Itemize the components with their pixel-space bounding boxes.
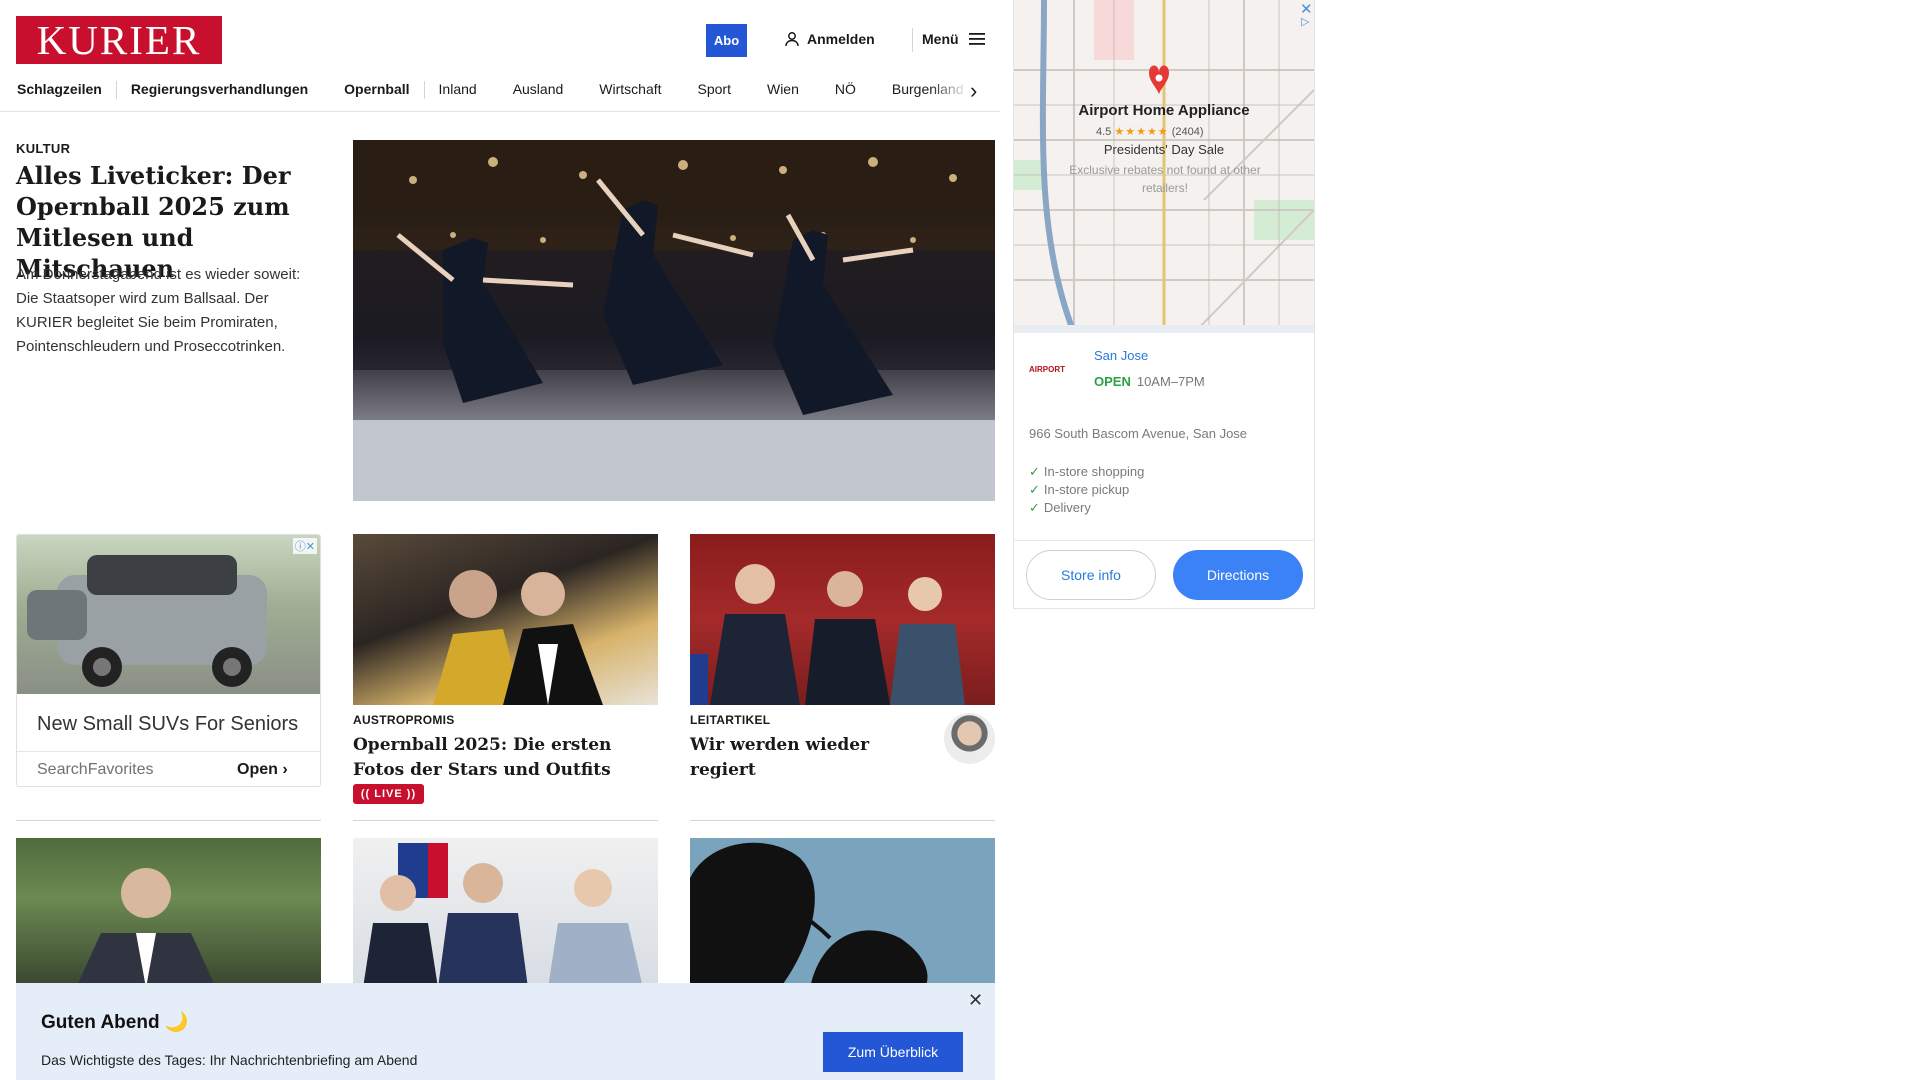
rating-count: (2404) [1171, 126, 1204, 138]
ballet-photo [353, 140, 995, 501]
author-avatar [944, 713, 995, 764]
row-divider [690, 820, 995, 821]
sponsored-ad-card[interactable]: ⓘ✕ New Small SUVs For Seniors SearchFavo… [16, 534, 321, 787]
login-button[interactable]: Anmelden [784, 31, 875, 47]
panel-divider [1014, 540, 1314, 541]
evening-briefing-banner: Guten Abend 🌙 Das Wichtigste des Tages: … [16, 983, 995, 1080]
ad-divider [17, 751, 320, 752]
ad-store-title: Airport Home Appliance [1078, 102, 1250, 119]
nav-item-schlagzeilen[interactable]: Schlagzeilen [17, 81, 102, 99]
check-icon: ✓ [1029, 500, 1040, 515]
abo-button[interactable]: Abo [706, 24, 747, 57]
rating-stars-icon: ★★★★★ [1114, 126, 1169, 138]
map-view[interactable]: Airport Home Appliance 4.5 ★★★★★ (2404) … [1014, 0, 1314, 333]
ad-image [17, 535, 320, 694]
hero-category: KULTUR [16, 141, 71, 156]
feature-label: In-store pickup [1043, 482, 1130, 497]
kurier-logo[interactable]: KURIER [16, 16, 222, 64]
user-icon [785, 32, 799, 47]
section-nav: Schlagzeilen Regierungsverhandlungen Ope… [0, 72, 1000, 112]
nav-item-inland[interactable]: Inland [439, 81, 477, 99]
nav-item-wien[interactable]: Wien [767, 81, 799, 99]
ad-sale: Presidents' Day Sale [1103, 142, 1225, 157]
row-divider [353, 820, 658, 821]
opening-hours: 10AM–7PM [1136, 374, 1205, 389]
ad-open-label: Open [237, 761, 278, 778]
store-logo-text: AIRPORT [1029, 364, 1065, 374]
card-image-row3-2[interactable] [353, 838, 658, 988]
nav-item-regierungsverhandlungen[interactable]: Regierungsverhandlungen [131, 81, 308, 99]
store-info-button[interactable]: Store info [1026, 550, 1156, 600]
hero-teaser: Am Donnerstagabend ist es wieder soweit:… [16, 266, 301, 355]
check-icon: ✓ [1029, 464, 1040, 479]
banner-title: Guten Abend 🌙 [41, 1012, 189, 1033]
card-category: LEITARTIKEL [690, 713, 771, 727]
header-divider [912, 28, 913, 52]
feature-label: In-store shopping [1043, 464, 1145, 479]
nav-item-sport[interactable]: Sport [698, 81, 731, 99]
overview-button[interactable]: Zum Überblick [823, 1032, 963, 1072]
card-image-leitartikel[interactable] [690, 534, 995, 705]
card-title[interactable]: Wir werden wieder regiert [690, 733, 930, 783]
live-badge: (( LIVE )) [353, 784, 424, 804]
store-hours: OPEN 10AM–7PM [1094, 374, 1205, 389]
login-label: Anmelden [807, 31, 875, 47]
card-category: AUSTROPROMIS [353, 713, 455, 727]
menu-button[interactable]: Menü [922, 31, 987, 47]
menu-label: Menü [922, 31, 959, 47]
card-image-row3-1[interactable] [16, 838, 321, 988]
row-divider [16, 820, 321, 821]
hero-image[interactable] [353, 140, 995, 501]
ad-open-button[interactable]: Open › [237, 761, 288, 779]
ad-title: New Small SUVs For Seniors [37, 713, 299, 735]
store-ad-panel[interactable]: Airport Home Appliance 4.5 ★★★★★ (2404) … [1013, 0, 1315, 609]
feature-item: ✓ In-store pickup [1029, 482, 1129, 498]
directions-button[interactable]: Directions [1173, 550, 1303, 600]
nav-item-opernball[interactable]: Opernball [344, 81, 409, 99]
store-logo: AIRPORT [1029, 358, 1081, 380]
close-icon[interactable]: ✕ [968, 990, 983, 1011]
store-location[interactable]: San Jose [1094, 348, 1148, 363]
nav-divider [423, 81, 425, 99]
nav-item-ausland[interactable]: Ausland [513, 81, 564, 99]
chevron-right-icon: › [282, 761, 288, 778]
ad-rating: 4.5 ★★★★★ (2404) [1096, 125, 1204, 138]
feature-item: ✓ Delivery [1029, 500, 1091, 516]
banner-text: Das Wichtigste des Tages: Ihr Nachrichte… [41, 1052, 418, 1068]
rating-value: 4.5 [1096, 126, 1112, 138]
feature-label: Delivery [1043, 500, 1091, 515]
nav-item-noe[interactable]: NÖ [835, 81, 856, 99]
nav-divider [115, 81, 117, 99]
ad-choices-icon[interactable]: ▷ [1301, 15, 1309, 28]
feature-item: ✓ In-store shopping [1029, 464, 1144, 480]
card-image-austropromis[interactable] [353, 534, 658, 705]
open-status: OPEN [1094, 374, 1131, 389]
hamburger-icon [968, 33, 985, 45]
card-title[interactable]: Opernball 2025: Die ersten Fotos der Sta… [353, 733, 658, 783]
nav-item-wirtschaft[interactable]: Wirtschaft [599, 81, 661, 99]
ad-source: SearchFavorites [37, 761, 154, 778]
chevron-right-icon[interactable]: › [970, 78, 977, 104]
ad-choices-icon[interactable]: ⓘ✕ [292, 538, 317, 554]
store-address: 966 South Bascom Avenue, San Jose [1029, 426, 1248, 441]
ad-description: Exclusive rebates not found at other ret… [1069, 163, 1261, 195]
card-image-row3-3[interactable] [690, 838, 995, 988]
check-icon: ✓ [1029, 482, 1040, 497]
